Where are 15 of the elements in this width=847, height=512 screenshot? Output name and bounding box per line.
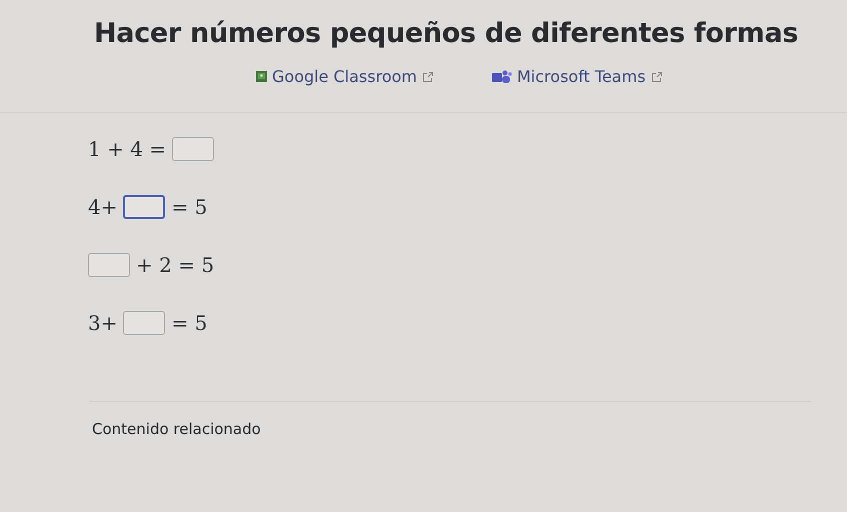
equation-text: 1 + 4 = — [88, 137, 166, 161]
equation-text: 3+ — [88, 311, 118, 335]
equation-text: + 2 = 5 — [136, 253, 214, 277]
equation-text: = 5 — [171, 311, 208, 335]
section-heading: Contenido relacionado — [92, 420, 262, 438]
answer-box[interactable] — [123, 195, 166, 219]
equation-text: = 5 — [171, 195, 208, 219]
equation-text: 4+ — [88, 195, 118, 219]
share-link[interactable]: Google Classroom — [256, 67, 434, 86]
page-title: Hacer números pequeños de diferentes formas — [94, 18, 800, 49]
share-link[interactable]: Microsoft Teams — [492, 67, 663, 86]
classroom-logo-icon — [256, 71, 267, 82]
external-link-icon — [422, 70, 434, 82]
teams-logo-icon — [492, 70, 512, 84]
external-link-icon — [650, 70, 663, 82]
